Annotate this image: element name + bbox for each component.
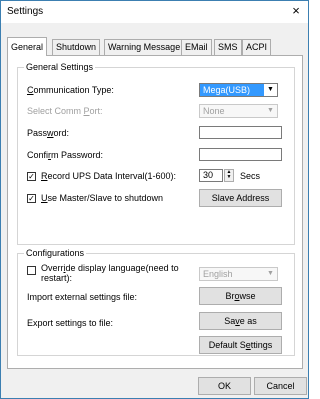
master-slave-label: Use Master/Slave to shutdown [41, 193, 164, 203]
record-interval-label: Record UPS Data Interval(1-600): [41, 171, 177, 181]
general-settings-legend: General Settings [24, 62, 96, 72]
password-label: Password: [27, 128, 70, 138]
communication-type-select[interactable]: Mega(USB) ▼ [199, 83, 278, 97]
confirm-password-label: Confirm Password: [27, 150, 104, 160]
tab-acpi[interactable]: ACPI [242, 39, 272, 55]
interval-unit-label: Secs [240, 171, 261, 181]
master-slave-checkbox[interactable]: ✓ [27, 194, 36, 203]
title-bar: Settings × [1, 1, 308, 23]
override-language-checkbox[interactable] [27, 266, 36, 275]
tab-email[interactable]: EMail [181, 39, 212, 55]
language-value: English [203, 269, 233, 279]
override-language-label-line2: restart): [41, 273, 73, 283]
comm-port-value: None [203, 106, 225, 116]
communication-type-value: Mega(USB) [200, 84, 264, 96]
slave-address-button[interactable]: Slave Address [199, 189, 282, 207]
chevron-down-icon[interactable]: ▼ [265, 85, 276, 95]
configurations-legend: Configurations [24, 248, 87, 258]
tab-shutdown[interactable]: Shutdown [52, 39, 101, 55]
confirm-password-field[interactable] [199, 148, 282, 161]
import-settings-label: Import external settings file: [27, 292, 138, 302]
general-settings-group: General Settings Communication Type: Meg… [17, 62, 295, 245]
default-settings-button[interactable]: Default Settings [199, 336, 282, 354]
spin-down-icon[interactable]: ▼ [225, 175, 233, 180]
interval-spinner[interactable]: ▲ ▼ [224, 169, 234, 182]
tab-warning-message[interactable]: Warning Message [104, 39, 185, 55]
password-field[interactable] [199, 126, 282, 139]
configurations-group: Configurations Override display language… [17, 248, 295, 356]
settings-window: Settings × General Shutdown Warning Mess… [0, 0, 309, 399]
language-select[interactable]: English ▼ [199, 267, 278, 281]
browse-button[interactable]: Browse [199, 287, 282, 305]
window-title: Settings [7, 6, 44, 17]
cancel-button[interactable]: Cancel [254, 377, 307, 395]
save-as-button[interactable]: Save as [199, 312, 282, 330]
record-interval-field[interactable]: 30 [199, 169, 223, 182]
chevron-down-icon[interactable]: ▼ [265, 106, 276, 116]
communication-type-label: Communication Type: [27, 85, 114, 95]
tab-sms[interactable]: SMS [214, 39, 242, 55]
override-language-label-line1: Override display language(need to [41, 263, 179, 273]
general-tab-panel: General Settings Communication Type: Meg… [7, 55, 303, 369]
record-interval-checkbox[interactable]: ✓ [27, 172, 36, 181]
comm-port-select[interactable]: None ▼ [199, 104, 278, 118]
close-icon[interactable]: × [288, 3, 304, 18]
comm-port-label: Select Comm Port: [27, 106, 103, 116]
tab-general[interactable]: General [7, 37, 48, 56]
chevron-down-icon[interactable]: ▼ [265, 269, 276, 279]
export-settings-label: Export settings to file: [27, 318, 114, 328]
ok-button[interactable]: OK [198, 377, 251, 395]
